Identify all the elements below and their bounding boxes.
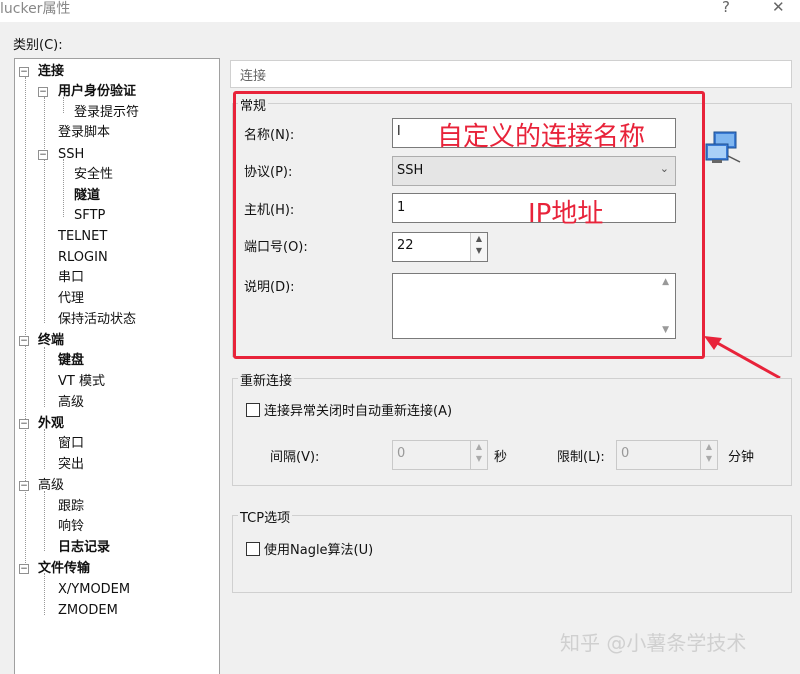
tree-item-terminal-advanced[interactable]: 高级	[58, 394, 84, 412]
tree-item-trace[interactable]: 跟踪	[58, 498, 84, 516]
tree-item-advanced[interactable]: 高级	[38, 477, 64, 495]
auto-reconnect-checkbox[interactable]	[246, 403, 260, 417]
limit-label: 限制(L):	[557, 450, 605, 465]
tree-item-tunnel[interactable]: 隧道	[74, 187, 100, 205]
ip-annotation: IP地址	[528, 199, 604, 229]
network-computer-icon	[704, 130, 744, 166]
collapse-icon[interactable]: −	[19, 67, 29, 77]
limit-spinner[interactable]: ▲ ▼	[700, 441, 717, 469]
spin-down-icon[interactable]: ▼	[701, 453, 717, 465]
interval-unit: 秒	[494, 450, 508, 465]
tree-item-logging[interactable]: 日志记录	[58, 539, 110, 557]
interval-spinner[interactable]: ▲ ▼	[470, 441, 487, 469]
tree-item-security[interactable]: 安全性	[74, 166, 113, 184]
tree-item-window[interactable]: 窗口	[58, 435, 84, 453]
tree-item-login-script[interactable]: 登录脚本	[58, 124, 110, 142]
limit-unit: 分钟	[728, 450, 755, 465]
tree-items: − 连接 − 用户身份验证 登录提示符 登录脚本 − SSH 安全性 隧道 SF…	[14, 58, 218, 658]
collapse-icon[interactable]: −	[19, 419, 29, 429]
interval-input[interactable]: 0 ▲ ▼	[392, 440, 488, 470]
collapse-icon[interactable]: −	[19, 336, 29, 346]
tree-item-file-transfer[interactable]: 文件传输	[38, 560, 90, 578]
tree-item-xymodem[interactable]: X/YMODEM	[58, 581, 130, 599]
tree-item-vt-mode[interactable]: VT 模式	[58, 373, 105, 391]
interval-label: 间隔(V):	[270, 450, 320, 465]
limit-input[interactable]: 0 ▲ ▼	[616, 440, 718, 470]
spin-up-icon[interactable]: ▲	[471, 441, 487, 453]
tree-item-proxy[interactable]: 代理	[58, 290, 84, 308]
nagle-checkbox[interactable]	[246, 542, 260, 556]
close-button[interactable]: ✕	[772, 0, 785, 16]
interval-value: 0	[397, 446, 406, 461]
tree-item-login-prompt[interactable]: 登录提示符	[74, 104, 139, 122]
nagle-label[interactable]: 使用Nagle算法(U)	[264, 539, 373, 558]
tcp-group-title: TCP选项	[238, 507, 293, 526]
reconnect-group-title: 重新连接	[238, 370, 295, 389]
limit-value: 0	[621, 446, 630, 461]
spin-up-icon[interactable]: ▲	[701, 441, 717, 453]
tree-item-terminal[interactable]: 终端	[38, 332, 64, 350]
watermark: 知乎 @小薯条学技术	[560, 631, 747, 655]
tree-item-telnet[interactable]: TELNET	[58, 228, 107, 246]
panel-header: 连接	[230, 60, 792, 88]
tree-item-rlogin[interactable]: RLOGIN	[58, 249, 108, 267]
tree-item-connection[interactable]: 连接	[38, 63, 64, 81]
tree-item-auth[interactable]: 用户身份验证	[58, 83, 136, 101]
collapse-icon[interactable]: −	[38, 150, 48, 160]
collapse-icon[interactable]: −	[38, 87, 48, 97]
tree-item-serial[interactable]: 串口	[58, 269, 84, 287]
help-button[interactable]: ?	[722, 0, 730, 16]
spin-down-icon[interactable]: ▼	[471, 453, 487, 465]
tree-item-sftp[interactable]: SFTP	[74, 207, 105, 225]
tree-item-keyboard[interactable]: 键盘	[58, 352, 84, 370]
panel-header-title: 连接	[240, 69, 267, 84]
tree-item-appearance[interactable]: 外观	[38, 415, 64, 433]
category-label: 类别(C):	[13, 38, 63, 53]
tree-item-keepalive[interactable]: 保持活动状态	[58, 311, 136, 329]
tree-item-highlight[interactable]: 突出	[58, 456, 84, 474]
tree-item-zmodem[interactable]: ZMODEM	[58, 602, 118, 620]
tree-item-bell[interactable]: 响铃	[58, 518, 84, 536]
tree-item-ssh[interactable]: SSH	[58, 146, 84, 164]
name-annotation: 自定义的连接名称	[437, 122, 646, 152]
auto-reconnect-label[interactable]: 连接异常关闭时自动重新连接(A)	[264, 400, 452, 419]
window-title: lucker属性	[0, 1, 71, 17]
collapse-icon[interactable]: −	[19, 481, 29, 491]
collapse-icon[interactable]: −	[19, 564, 29, 574]
title-bar	[0, 0, 800, 22]
